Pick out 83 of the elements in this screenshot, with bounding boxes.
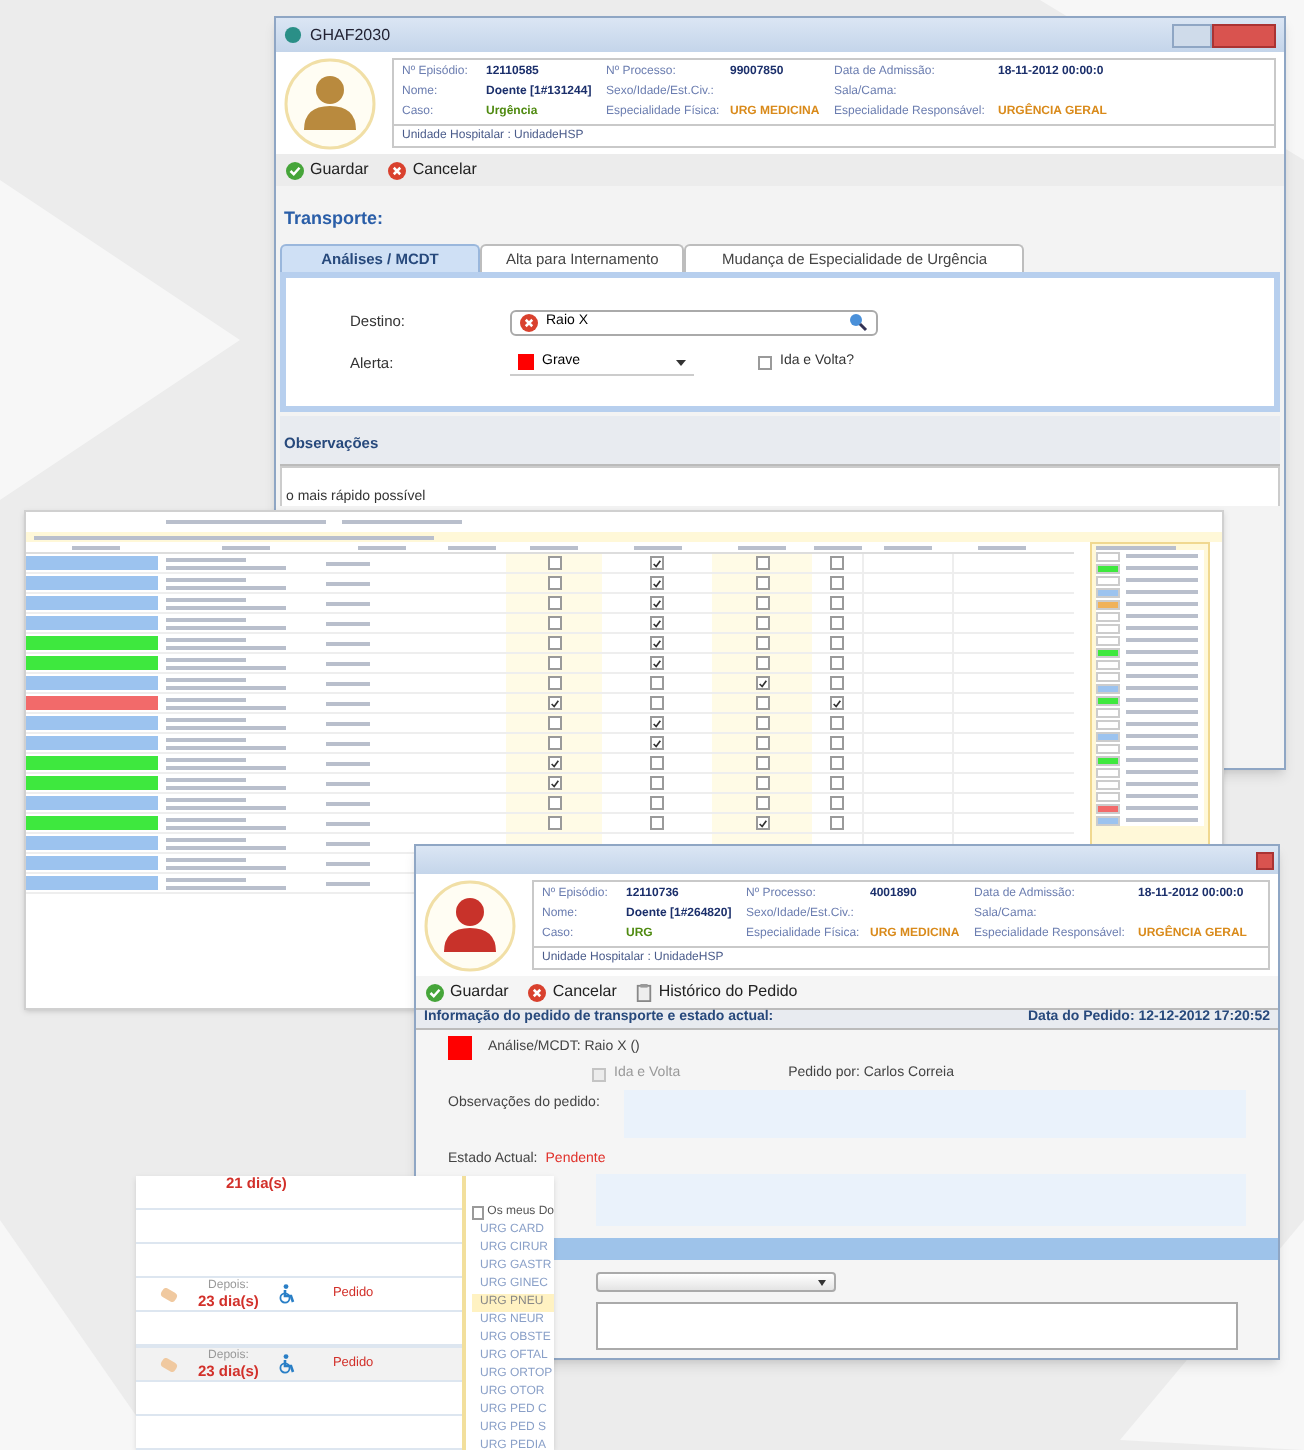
search-icon[interactable]	[848, 312, 868, 332]
checkbox[interactable]	[755, 676, 769, 690]
checkbox[interactable]	[547, 676, 561, 690]
close-button[interactable]	[1256, 851, 1274, 869]
save-button[interactable]: Guardar	[424, 980, 511, 1004]
checkbox[interactable]	[830, 596, 844, 610]
checkbox[interactable]	[755, 576, 769, 590]
checkbox[interactable]	[830, 716, 844, 730]
checkbox[interactable]	[755, 636, 769, 650]
cancel-button[interactable]: Cancelar	[386, 158, 479, 182]
section-title: Transporte:	[284, 208, 384, 228]
checkbox[interactable]	[547, 736, 561, 750]
checkbox[interactable]	[755, 796, 769, 810]
maximize-button[interactable]	[1172, 23, 1212, 47]
checkbox[interactable]	[830, 816, 844, 830]
wheelchair-icon	[278, 1354, 297, 1375]
checkbox[interactable]	[547, 616, 561, 630]
checkbox[interactable]	[547, 596, 561, 610]
checkbox[interactable]	[830, 576, 844, 590]
checkbox[interactable]	[472, 1206, 484, 1220]
checkbox[interactable]	[547, 796, 561, 810]
checkbox[interactable]	[547, 636, 561, 650]
checkbox[interactable]	[830, 636, 844, 650]
checkbox[interactable]	[547, 716, 561, 730]
checkbox[interactable]	[755, 736, 769, 750]
cancel-circle-icon	[388, 161, 407, 179]
wheelchair-icon	[278, 1284, 297, 1304]
checkbox[interactable]	[830, 656, 844, 670]
checkbox[interactable]	[830, 556, 844, 570]
check-circle-icon	[286, 161, 304, 179]
dropdown[interactable]	[596, 1272, 836, 1292]
checkbox[interactable]	[755, 696, 769, 710]
checkbox[interactable]	[650, 696, 664, 710]
checkbox[interactable]	[650, 576, 664, 590]
checkbox[interactable]	[650, 636, 664, 650]
cancel-circle-icon	[528, 983, 547, 1001]
checkbox[interactable]	[830, 676, 844, 690]
cancel-circle-icon	[520, 313, 538, 331]
bandage-icon	[160, 1357, 178, 1372]
checkbox[interactable]	[547, 776, 561, 790]
checkbox[interactable]	[758, 356, 772, 370]
checkbox[interactable]	[755, 816, 769, 830]
close-button[interactable]	[1212, 23, 1276, 47]
text-area[interactable]	[596, 1302, 1238, 1350]
checkbox[interactable]	[650, 656, 664, 670]
checkbox[interactable]	[755, 616, 769, 630]
checkbox[interactable]	[650, 616, 664, 630]
checkbox[interactable]	[755, 556, 769, 570]
bandage-icon	[160, 1287, 178, 1301]
checkbox[interactable]	[547, 696, 561, 710]
caret-icon	[676, 359, 686, 365]
checkbox[interactable]	[547, 756, 561, 770]
checkbox[interactable]	[830, 616, 844, 630]
checkbox[interactable]	[547, 656, 561, 670]
checkbox[interactable]	[755, 596, 769, 610]
checkbox[interactable]	[650, 756, 664, 770]
history-button[interactable]: Histórico do Pedido	[634, 980, 800, 1004]
clipboard-icon	[636, 983, 653, 1001]
checkbox[interactable]	[755, 716, 769, 730]
caret-icon	[818, 1279, 826, 1285]
checkbox[interactable]	[650, 596, 664, 610]
checkbox[interactable]	[650, 716, 664, 730]
checkbox[interactable]	[830, 696, 844, 710]
checkbox[interactable]	[547, 556, 561, 570]
checkbox[interactable]	[830, 796, 844, 810]
checkbox[interactable]	[650, 796, 664, 810]
save-button[interactable]: Guardar	[284, 158, 371, 182]
checkbox[interactable]	[650, 556, 664, 570]
checkbox[interactable]	[830, 776, 844, 790]
check-circle-icon	[426, 983, 444, 1001]
checkbox[interactable]	[755, 776, 769, 790]
checkbox[interactable]	[650, 816, 664, 830]
checkbox[interactable]	[830, 756, 844, 770]
checkbox[interactable]	[650, 776, 664, 790]
checkbox[interactable]	[650, 676, 664, 690]
checkbox[interactable]	[650, 736, 664, 750]
checkbox[interactable]	[547, 576, 561, 590]
checkbox[interactable]	[755, 656, 769, 670]
checkbox[interactable]	[547, 816, 561, 830]
cancel-button[interactable]: Cancelar	[526, 980, 619, 1004]
checkbox[interactable]	[830, 736, 844, 750]
checkbox[interactable]	[755, 756, 769, 770]
window-title: GHAF2030	[310, 23, 391, 47]
